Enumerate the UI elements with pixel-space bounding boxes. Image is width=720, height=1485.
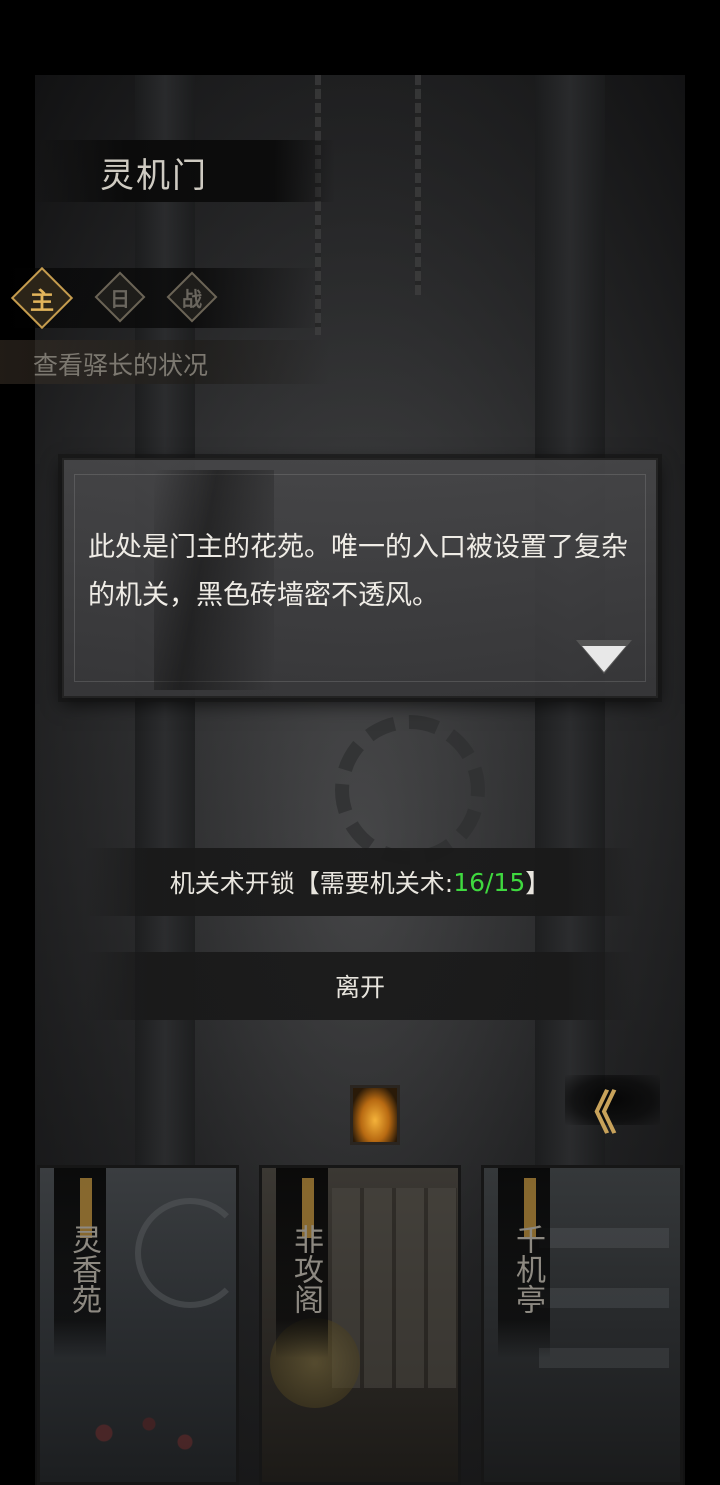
option-unlock-suffix: 】: [525, 869, 551, 898]
option-unlock-prefix: 机关术开锁【需要机关术:: [169, 869, 454, 898]
destination-label: 千机亭: [510, 1224, 545, 1314]
option-unlock-stat: 16/15: [453, 867, 526, 897]
double-chevron-left-icon: 《: [571, 1086, 617, 1140]
wheel-illustration: [135, 1198, 236, 1308]
destination-label: 非攻阁: [288, 1224, 323, 1314]
gear-mechanism: [335, 715, 485, 865]
background-chain: [415, 75, 421, 295]
next-arrow-icon[interactable]: [582, 646, 626, 672]
tab-main-label: 主: [30, 285, 54, 315]
dialog-text: 此处是门主的花苑。唯一的入口被设置了复杂的机关，黑色砖墙密不透风。: [88, 532, 628, 611]
back-button[interactable]: 《: [565, 1065, 660, 1140]
destination-card-feigongge[interactable]: 非攻阁: [259, 1165, 461, 1485]
flowers-illustration: [50, 1388, 230, 1478]
option-leave-label: 离开: [334, 973, 385, 1002]
option-leave[interactable]: 离开: [85, 952, 635, 1020]
location-title: 灵机门: [100, 156, 208, 196]
option-unlock-mechanism[interactable]: 机关术开锁【需要机关术: 16/15】: [85, 848, 635, 916]
destination-label: 灵香苑: [66, 1224, 101, 1314]
quest-text[interactable]: 查看驿长的状况: [33, 346, 208, 382]
tab-battle-label: 战: [182, 286, 202, 311]
destination-card-qianjiting[interactable]: 千机亭: [481, 1165, 683, 1485]
dialog-box[interactable]: 此处是门主的花苑。唯一的入口被设置了复杂的机关，黑色砖墙密不透风。: [62, 458, 658, 698]
lantern: [350, 1085, 400, 1145]
destination-card-lingxiangyuan[interactable]: 灵香苑: [37, 1165, 239, 1485]
tab-daily-label: 日: [110, 286, 130, 311]
pagoda-illustration: [539, 1208, 669, 1458]
